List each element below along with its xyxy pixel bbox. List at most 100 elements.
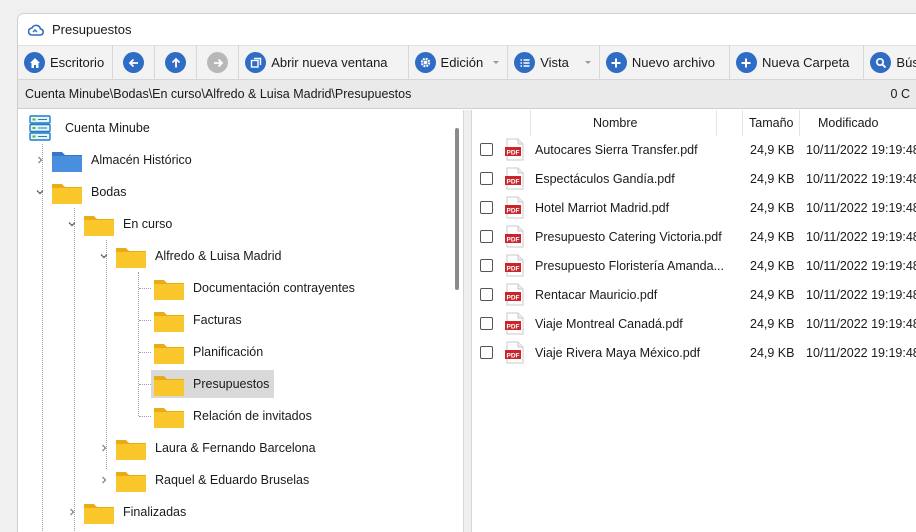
file-checkbox[interactable] (480, 259, 493, 272)
tree-item-planificacion[interactable]: Planificación (153, 336, 266, 368)
file-modified: 10/11/2022 19:19:48 (806, 258, 916, 273)
pdf-badge-label: PDF (507, 207, 520, 214)
column-nombre[interactable]: Nombre (593, 116, 637, 130)
tree-scrollbar[interactable] (455, 128, 459, 290)
tree-item-en-curso[interactable]: En curso (66, 208, 175, 240)
pdf-file-icon: PDF (505, 312, 524, 335)
edicion-label: Edición (440, 55, 484, 70)
file-checkbox[interactable] (480, 288, 493, 301)
file-modified: 10/11/2022 19:19:48 (806, 200, 916, 215)
chevron-down-icon[interactable] (66, 218, 78, 230)
file-row[interactable]: PDF Rentacar Mauricio.pdf 24,9 KB 10/11/202… (472, 280, 916, 309)
tree-item-presupuestos[interactable]: Presupuestos (151, 368, 275, 400)
chevron-down-icon (493, 61, 500, 64)
pdf-badge-label: PDF (507, 323, 520, 330)
tree-item-bodas[interactable]: Bodas (34, 176, 129, 208)
nueva-carpeta-button[interactable]: Nueva Carpeta (730, 45, 865, 80)
file-size: 24,9 KB (750, 229, 795, 244)
file-row[interactable]: PDF Viaje Rivera Maya México.pdf 24,9 KB 10… (472, 338, 916, 367)
nuevo-archivo-label: Nuevo archivo (631, 55, 715, 70)
busqueda-button[interactable]: Búsq (864, 45, 916, 80)
search-icon (870, 52, 892, 73)
chevron-right-icon[interactable] (98, 474, 110, 486)
tree-item-relacion-de-invitados[interactable]: Relación de invitados (153, 400, 315, 432)
pdf-badge-label: PDF (507, 265, 520, 272)
chevron-down-icon (584, 61, 591, 64)
escritorio-button[interactable]: Escritorio (18, 45, 114, 80)
tree-label: Documentación contrayentes (193, 281, 355, 295)
folder-icon (153, 340, 185, 365)
window-title: Presupuestos (52, 22, 132, 37)
pdf-file-icon: PDF (505, 196, 524, 219)
file-modified: 10/11/2022 19:19:48 (806, 229, 916, 244)
vista-menu-button[interactable]: Vista (508, 45, 600, 80)
nuevo-archivo-button[interactable]: Nuevo archivo (600, 45, 730, 80)
folder-icon (115, 436, 147, 461)
back-button[interactable] (113, 45, 156, 80)
file-modified: 10/11/2022 19:19:48 (806, 171, 916, 186)
file-size: 24,9 KB (750, 142, 795, 157)
chevron-right-icon[interactable] (34, 154, 46, 166)
folder-tree: Cuenta Minube Almacén Histórico Bodas En… (18, 110, 464, 532)
cloud-storage-icon (29, 115, 51, 141)
gear-icon (414, 52, 436, 73)
tree-label: Finalizadas (123, 505, 187, 519)
file-checkbox[interactable] (480, 230, 493, 243)
pdf-badge-label: PDF (507, 352, 520, 359)
up-button[interactable] (155, 45, 198, 80)
tree-item-laura-fernando-barcelona[interactable]: Laura & Fernando Barcelona (98, 432, 319, 464)
app-window: Presupuestos Escritorio Abrir nueva vent… (17, 13, 916, 532)
file-size: 24,9 KB (750, 200, 795, 215)
folder-icon (83, 212, 115, 237)
busqueda-label: Búsq (896, 55, 916, 70)
tree-item-finalizadas[interactable]: Finalizadas (66, 496, 189, 528)
tree-item-documentacion-contrayentes[interactable]: Documentación contrayentes (153, 272, 358, 304)
file-checkbox[interactable] (480, 172, 493, 185)
folder-icon (153, 372, 185, 397)
column-modificado[interactable]: Modificado (818, 116, 878, 130)
folder-icon (115, 244, 147, 269)
file-row[interactable]: PDF Autocares Sierra Transfer.pdf 24,9 KB 1… (472, 135, 916, 164)
pdf-badge-label: PDF (507, 178, 520, 185)
toolbar: Escritorio Abrir nueva ventana Edición V… (18, 45, 916, 80)
abrir-nueva-ventana-button[interactable]: Abrir nueva ventana (239, 45, 409, 80)
tree-item-alfredo-luisa-madrid[interactable]: Alfredo & Luisa Madrid (98, 240, 284, 272)
vista-label: Vista (540, 55, 569, 70)
file-modified: 10/11/2022 19:19:48 (806, 345, 916, 360)
file-row[interactable]: PDF Presupuesto Catering Victoria.pdf 24,9… (472, 222, 916, 251)
edicion-menu-button[interactable]: Edición (409, 45, 509, 80)
file-row[interactable]: PDF Hotel Marriot Madrid.pdf 24,9 KB 10/11/… (472, 193, 916, 222)
abrir-nueva-ventana-label: Abrir nueva ventana (271, 55, 388, 70)
list-view-icon (514, 52, 536, 73)
tree-label: Bodas (91, 185, 127, 199)
column-tamano[interactable]: Tamaño (749, 116, 793, 130)
pane-splitter[interactable] (464, 110, 472, 532)
item-count: 0 C (890, 87, 910, 101)
file-row[interactable]: PDF Viaje Montreal Canadá.pdf 24,9 KB 10/11… (472, 309, 916, 338)
current-path: Cuenta Minube\Bodas\En curso\Alfredo & L… (25, 87, 412, 101)
folder-blue-icon (51, 148, 83, 173)
file-name: Viaje Rivera Maya México.pdf (535, 345, 701, 360)
chevron-right-icon[interactable] (66, 506, 78, 518)
tree-item-almacen-historico[interactable]: Almacén Histórico (34, 144, 195, 176)
file-checkbox[interactable] (480, 317, 493, 330)
file-row[interactable]: PDF Presupuesto Floristería Amanda... 24,9… (472, 251, 916, 280)
forward-button[interactable] (197, 45, 240, 80)
tree-item-facturas[interactable]: Facturas (153, 304, 245, 336)
file-checkbox[interactable] (480, 143, 493, 156)
tree-root-cuenta-minube[interactable]: Cuenta Minube (28, 112, 153, 144)
file-name: Autocares Sierra Transfer.pdf (535, 142, 698, 157)
tree-label: Cuenta Minube (65, 121, 150, 135)
file-checkbox[interactable] (480, 346, 493, 359)
file-list: Nombre Tamaño Modificado PDF Autocares Si… (472, 110, 916, 532)
file-checkbox[interactable] (480, 201, 493, 214)
chevron-down-icon[interactable] (34, 186, 46, 198)
tree-label: Almacén Histórico (91, 153, 192, 167)
file-name: Presupuesto Floristería Amanda... (535, 258, 724, 273)
pdf-badge-label: PDF (507, 149, 520, 156)
folder-icon (83, 500, 115, 525)
file-row[interactable]: PDF Espectáculos Gandía.pdf 24,9 KB 10/11/2… (472, 164, 916, 193)
chevron-down-icon[interactable] (98, 250, 110, 262)
tree-item-raquel-eduardo-bruselas[interactable]: Raquel & Eduardo Bruselas (98, 464, 312, 496)
chevron-right-icon[interactable] (98, 442, 110, 454)
